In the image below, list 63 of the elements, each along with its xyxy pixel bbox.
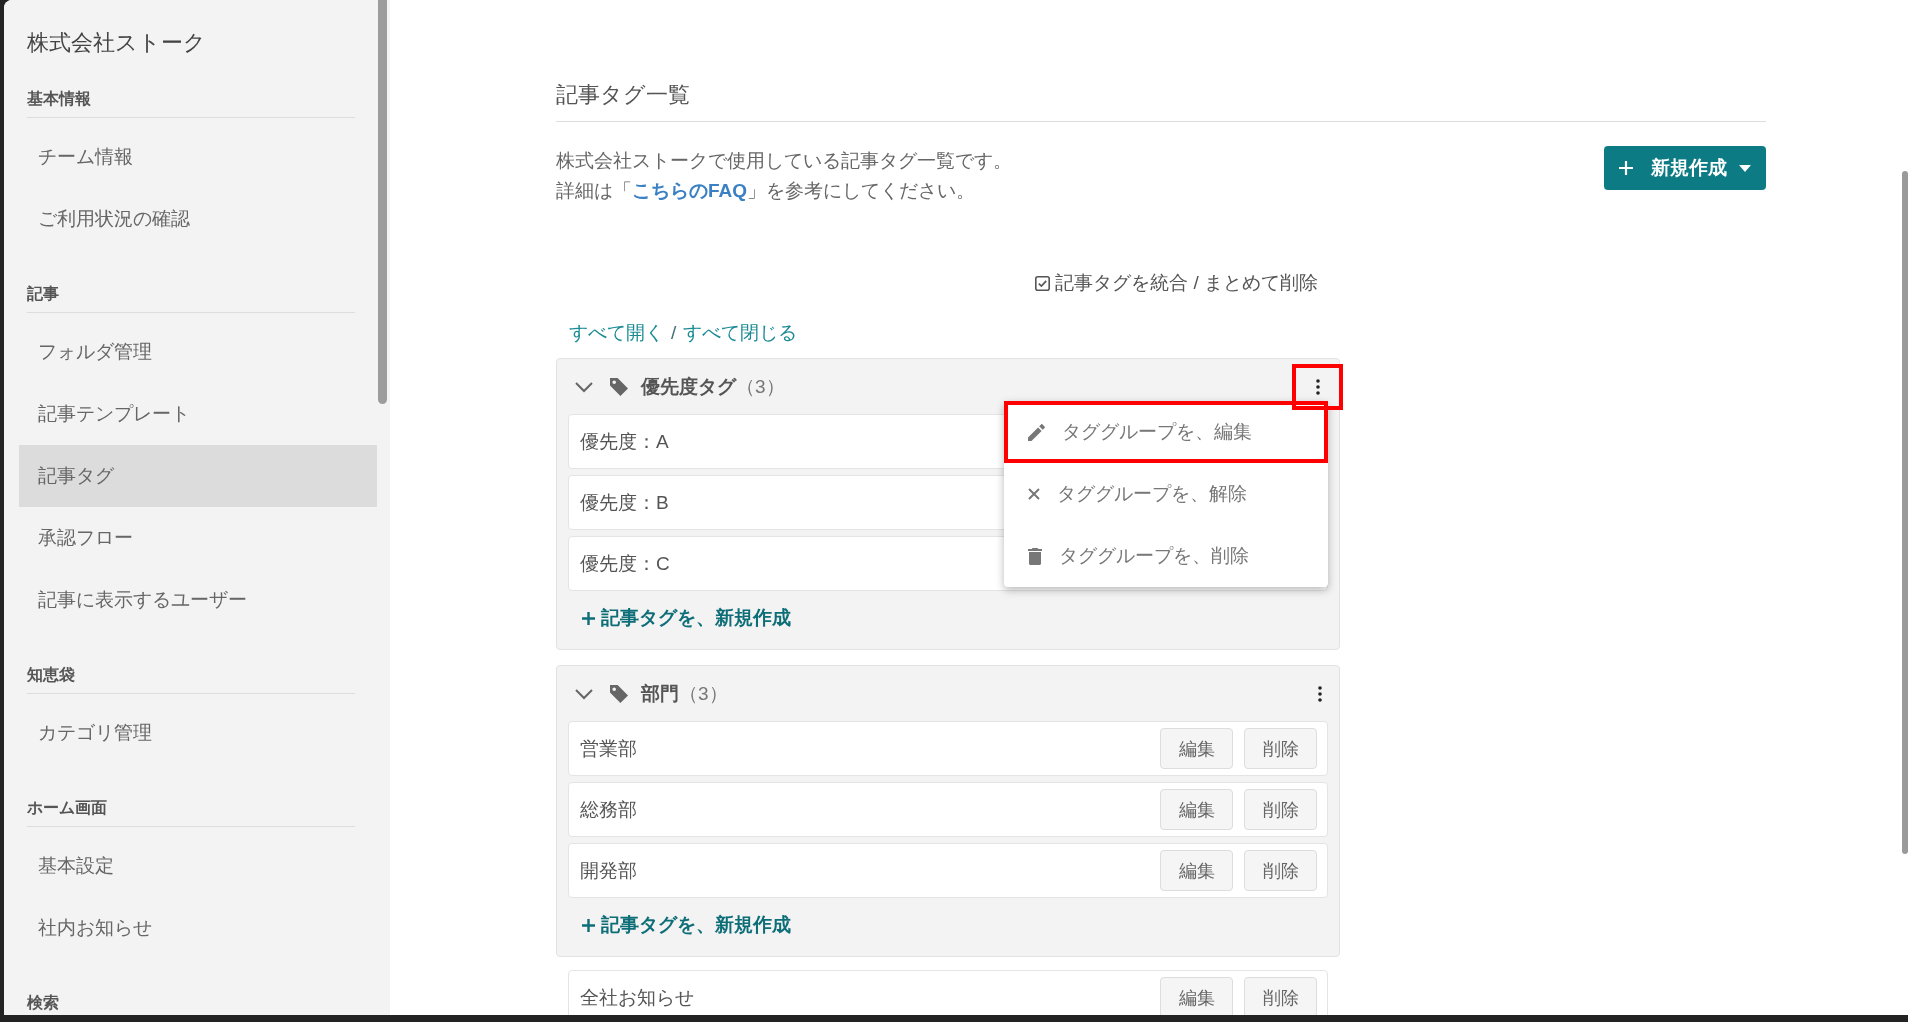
menu-item[interactable]: タググループを、編集 — [1004, 401, 1328, 463]
section-heading: 検索 — [27, 993, 355, 1015]
nav-item[interactable]: 記事テンプレート — [19, 383, 377, 445]
tag-name: 全社お知らせ — [580, 985, 694, 1010]
nav-item[interactable]: 承認フロー — [19, 507, 377, 569]
add-tag-link[interactable]: 記事タグを、新規作成 — [582, 606, 791, 630]
section-heading: 基本情報 — [27, 89, 355, 118]
section-heading: 記事 — [27, 284, 355, 313]
faq-note-text: 詳細は「こちらのFAQ」を参考にしてください。 — [556, 179, 976, 203]
action-button[interactable]: 削除 — [1244, 977, 1317, 1015]
faq-link[interactable]: こちらのFAQ — [632, 180, 748, 201]
nav-item[interactable]: 基本設定 — [19, 835, 377, 897]
pencil-icon — [1028, 423, 1045, 441]
tag-count: （3） — [679, 681, 728, 706]
description-text: 株式会社ストークで使用している記事タグ一覧です。 — [556, 149, 1012, 173]
nav-item[interactable]: 社内お知らせ — [19, 897, 377, 959]
action-button[interactable]: 編集 — [1160, 728, 1233, 769]
nav-item[interactable]: カテゴリ管理 — [19, 702, 377, 764]
scrollbar-thumb[interactable] — [378, 0, 387, 404]
scrollbar-thumb[interactable] — [1902, 171, 1908, 854]
action-button[interactable]: 削除 — [1244, 789, 1317, 830]
tag-count: （3） — [736, 374, 785, 399]
action-button[interactable]: 削除 — [1244, 728, 1317, 769]
action-button[interactable]: 削除 — [1244, 850, 1317, 891]
tag-icon — [610, 377, 628, 396]
nav-item[interactable]: チーム情報 — [19, 126, 377, 188]
tag-group-name: 部門 — [641, 681, 679, 706]
nav-item[interactable]: ご利用状況の確認 — [19, 188, 377, 250]
menu-item[interactable]: タググループを、削除 — [1004, 525, 1328, 587]
tag-name: 営業部 — [580, 736, 637, 761]
add-tag-link[interactable]: 記事タグを、新規作成 — [582, 913, 791, 937]
separator-text: / — [671, 321, 677, 345]
action-button[interactable]: 編集 — [1160, 789, 1233, 830]
nav-item[interactable]: 記事タグ — [19, 445, 377, 507]
expand-all-link[interactable]: すべて開く — [569, 318, 664, 348]
tag-name: 優先度：C — [580, 551, 670, 576]
action-button[interactable]: 編集 — [1160, 977, 1233, 1015]
nav-item[interactable]: 記事に表示するユーザー — [19, 569, 377, 631]
action-button[interactable]: 編集 — [1160, 850, 1233, 891]
merge-delete-toggle[interactable]: 記事タグを統合 / まとめて削除 — [1035, 268, 1318, 298]
collapse-all-link[interactable]: すべて閉じる — [683, 318, 798, 348]
tag-icon — [610, 684, 628, 703]
company-name: 株式会社ストーク — [26, 29, 206, 57]
plus-icon — [582, 918, 595, 932]
page-title: 記事タグ一覧 — [556, 81, 690, 109]
more-vertical-icon — [1318, 685, 1322, 702]
tag-group-name: 優先度タグ — [641, 374, 736, 399]
create-button[interactable]: 新規作成 — [1604, 146, 1766, 190]
caret-down-icon — [1739, 164, 1751, 172]
tag-name: 優先度：A — [580, 429, 669, 454]
nav-item[interactable]: フォルダ管理 — [19, 321, 377, 383]
plus-icon — [582, 611, 595, 625]
more-vertical-icon — [1315, 378, 1320, 395]
menu-item[interactable]: タググループを、解除 — [1004, 463, 1328, 525]
section-heading: ホーム画面 — [27, 798, 355, 827]
section-heading: 知恵袋 — [27, 665, 355, 694]
tag-name: 優先度：B — [580, 490, 669, 515]
close-icon — [1028, 488, 1040, 500]
plus-icon — [1619, 161, 1633, 175]
checkbox-icon — [1035, 275, 1051, 291]
trash-icon — [1028, 547, 1042, 565]
tag-name: 開発部 — [580, 858, 637, 883]
tag-name: 総務部 — [580, 797, 637, 822]
